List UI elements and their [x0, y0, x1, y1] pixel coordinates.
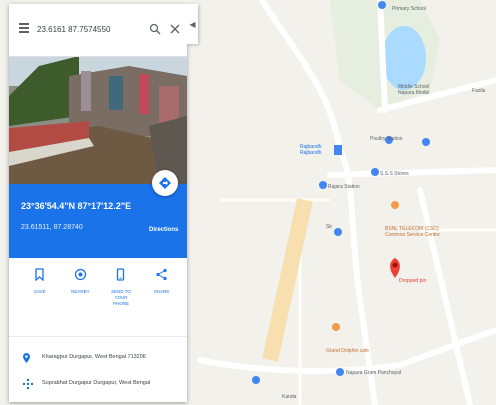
phone-icon [117, 268, 125, 281]
plus-code-row[interactable]: Suprabhat Durgapur Durgapur, West Bengal [9, 374, 187, 394]
search-input[interactable]: 23.6161 87.7574550 [37, 25, 147, 34]
map-label-kanda: Kanda [282, 394, 297, 400]
map-label-fazila: Fazila [472, 88, 486, 94]
map-label-sk: Sk [326, 224, 332, 230]
plus-code-icon [22, 378, 34, 390]
map-label-rajbandh: Rajbandh Rajbandh [300, 144, 322, 156]
map-label-top-school: Primary School [392, 6, 426, 12]
address-row[interactable]: Kharagpur Durgapur, West Bengal 713206 [9, 348, 187, 368]
send-to-phone-button[interactable]: Send to your phone [106, 258, 136, 336]
directions-icon [159, 177, 171, 189]
map-label-rajara: Rajara Station [328, 184, 360, 190]
nearby-label: Nearby [71, 289, 90, 294]
directions-label[interactable]: Directions [149, 227, 178, 233]
lake [382, 26, 426, 90]
map-label-cafe: Grand Dolphin cafe [326, 348, 369, 354]
map-label-middle-school: Middle School Napara Model [398, 84, 429, 96]
street-view-photo[interactable] [9, 56, 187, 184]
collapse-panel-button[interactable]: ◀ [187, 4, 198, 44]
plus-code-text: Suprabhat Durgapur Durgapur, West Bengal [42, 380, 151, 386]
map-label-gram: Napara Gram Panchayat [346, 370, 402, 376]
map-label-bsnl: BSNL TELECOM (CSC) Common Service Centre [385, 226, 440, 238]
map-label-poultry: Poultry Station [370, 136, 403, 142]
directions-button[interactable] [152, 170, 178, 196]
action-bar: Save Nearby Send to your phone [9, 258, 187, 336]
save-label: Save [33, 289, 46, 294]
bookmark-icon [35, 268, 44, 281]
map-label-pin: Dropped pin [399, 278, 426, 284]
place-header: 23°36'54.4"N 87°17'12.2"E 23.61511, 87.2… [9, 170, 187, 258]
chevron-left-icon: ◀ [189, 19, 196, 29]
send-to-phone-label: Send to your phone [111, 289, 131, 306]
menu-icon[interactable] [19, 23, 29, 33]
search-box[interactable]: 23.6161 87.7574550 [9, 4, 187, 57]
nearby-icon [74, 268, 87, 281]
share-button[interactable]: Share [147, 258, 177, 336]
place-title: 23°36'54.4"N 87°17'12.2"E [21, 201, 132, 211]
divider [9, 336, 187, 337]
location-pin-icon [23, 353, 30, 363]
search-icon[interactable] [149, 23, 161, 35]
plus-code: 23.61511, 87.28740 [21, 224, 83, 231]
address-text: Kharagpur Durgapur, West Bengal 713206 [42, 354, 146, 360]
map-label-sss-stores: S.S.S Stores [380, 171, 409, 177]
place-panel: 23.6161 87.7574550 23°36'54.4"N 87°17'12… [9, 4, 187, 402]
share-icon [156, 268, 167, 281]
close-icon[interactable] [169, 23, 181, 35]
share-label: Share [153, 289, 170, 294]
save-button[interactable]: Save [25, 258, 55, 336]
nearby-button[interactable]: Nearby [66, 258, 96, 336]
